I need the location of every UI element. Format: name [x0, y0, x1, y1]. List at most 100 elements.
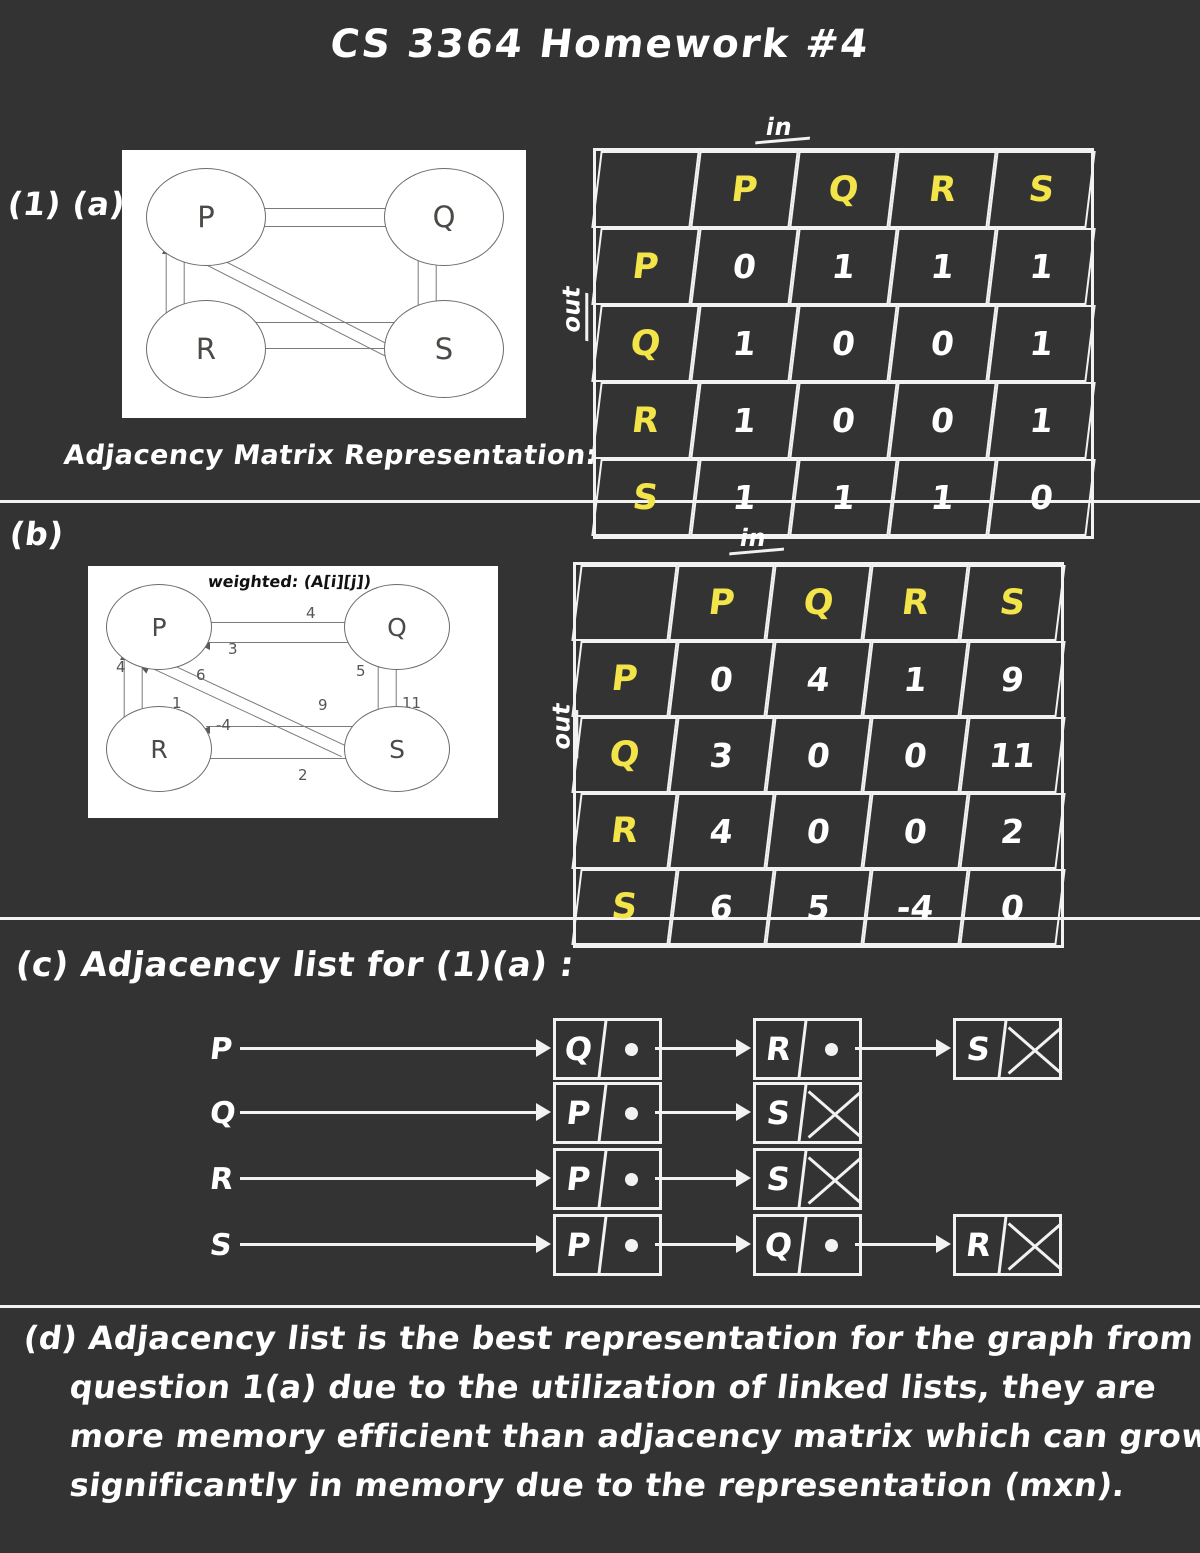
pointer-dot-icon [625, 1238, 638, 1252]
arrow-icon [936, 1235, 951, 1253]
adjlist-node-p-2: R [752, 1018, 862, 1080]
adjacency-matrix-b: P Q R S P 0 4 1 9 Q 3 0 0 11 R 4 0 0 2 S [571, 562, 1066, 948]
weight-qp: 3 [228, 640, 238, 658]
null-pointer-icon [804, 1151, 859, 1207]
matrix-a-col-q: Q [789, 151, 898, 228]
matrix-b-col-r: R [862, 565, 969, 641]
matrix-b-row-header-p: P [571, 641, 678, 717]
section-label-b: (b) [7, 515, 66, 553]
matrix-b-cell-rr: 0 [862, 793, 969, 869]
matrix-b-cell-sr: -4 [862, 869, 969, 945]
matrix-b-cell-qs: 11 [959, 717, 1066, 793]
matrix-b-cell-pr: 1 [862, 641, 969, 717]
adjlist-source-q: Q [207, 1096, 238, 1131]
matrix-a-cell-sr: 1 [888, 459, 997, 536]
adjlist-node-pointer [604, 1085, 659, 1141]
matrix-b-cell-qr: 0 [862, 717, 969, 793]
weight-rp: 4 [116, 658, 126, 676]
matrix-a-col-p: P [690, 151, 799, 228]
adjlist-node-key: S [752, 1151, 808, 1207]
matrix-b-row-r: R 4 0 0 2 [571, 793, 1066, 869]
graph-figure-b: weighted: (A[i][j]) 4 3 4 6 1 5 9 11 -4 … [88, 566, 498, 818]
matrix-a-cell-rs: 1 [987, 382, 1096, 459]
section-label-1a: (1) (a) [5, 185, 128, 223]
matrix-b-cell-qq: 0 [765, 717, 872, 793]
weighted-note: weighted: (A[i][j]) [206, 572, 373, 591]
pointer-dot-icon [825, 1042, 838, 1056]
arrow-icon [736, 1039, 751, 1057]
graph-b-node-s: S [344, 706, 450, 792]
arrow-icon [536, 1235, 551, 1253]
matrix-a-cell-rp: 1 [690, 382, 799, 459]
matrix-b-cell-qp: 3 [668, 717, 775, 793]
matrix-b-col-p: P [668, 565, 775, 641]
matrix-b-cell-sp: 6 [668, 869, 775, 945]
adjlist-node-key: R [952, 1217, 1008, 1273]
matrix-a-corner [591, 151, 700, 228]
arrow-icon [936, 1039, 951, 1057]
matrix-a-cell-sq: 1 [789, 459, 898, 536]
matrix-b-cell-pp: 0 [668, 641, 775, 717]
pointer-dot-icon [625, 1042, 638, 1056]
adjlist-node-key: R [752, 1021, 808, 1077]
page-title: CS 3364 Homework #4 [327, 22, 873, 67]
adjlist-node-s-3: R [952, 1214, 1062, 1276]
adjlist-node-q-1: P [552, 1082, 662, 1144]
part-d-line-3: more memory efficient than adjacency mat… [67, 1417, 1200, 1455]
adjlist-node-pointer [604, 1021, 659, 1077]
arrow-icon [536, 1169, 551, 1187]
matrix-a-row-header-s: S [591, 459, 700, 536]
weight-sr: -4 [216, 716, 231, 734]
pointer-dot-icon [825, 1238, 838, 1252]
matrix-a-row-header-p: P [591, 228, 700, 305]
adjacency-list-row-q: Q P S [0, 1082, 1200, 1144]
null-pointer-icon [804, 1085, 859, 1141]
adjlist-source-r: R [207, 1162, 236, 1197]
matrix-a-header-row: P Q R S [591, 151, 1096, 228]
adjlist-node-pointer [804, 1021, 859, 1077]
matrix-a-cell-rq: 0 [789, 382, 898, 459]
matrix-b-cell-rp: 4 [668, 793, 775, 869]
matrix-b-col-s: S [959, 565, 1066, 641]
matrix-b-row-header-s: S [571, 869, 678, 945]
adjlist-node-pointer [604, 1151, 659, 1207]
section-label-c: (c) Adjacency list for (1)(a) : [13, 945, 577, 985]
matrix-a-row-p: P 0 1 1 1 [591, 228, 1096, 305]
graph-b-node-q: Q [344, 584, 450, 670]
weight-pq: 4 [306, 604, 316, 622]
matrix-a-cell-qs: 1 [987, 305, 1096, 382]
part-d-answer: (d) Adjacency list is the best represent… [22, 1319, 1200, 1518]
matrix-b-row-p: P 0 4 1 9 [571, 641, 1066, 717]
adjlist-source-s: S [207, 1228, 234, 1263]
adjlist-node-p-1: Q [552, 1018, 662, 1080]
matrix-a-row-header-q: Q [591, 305, 700, 382]
graph-a-node-r: R [146, 300, 266, 398]
matrix-b-cell-ps: 9 [959, 641, 1066, 717]
matrix-a-cell-rr: 0 [888, 382, 997, 459]
matrix-b-corner [571, 565, 678, 641]
adjlist-node-key: P [552, 1085, 608, 1141]
matrix-b-row-q: Q 3 0 0 11 [571, 717, 1066, 793]
matrix-b-axis-out: out [547, 700, 576, 752]
matrix-b-cell-pq: 4 [765, 641, 872, 717]
graph-a-node-p: P [146, 168, 266, 266]
adjlist-node-key: Q [552, 1021, 608, 1077]
adjlist-node-key: P [552, 1217, 608, 1273]
matrix-a-cell-ss: 0 [987, 459, 1096, 536]
graph-a-node-q: Q [384, 168, 504, 266]
weight-sq: 5 [356, 662, 366, 680]
section-divider-3 [0, 1305, 1200, 1308]
adjacency-list-row-p: P Q R S [0, 1018, 1200, 1080]
matrix-a-cell-qq: 0 [789, 305, 898, 382]
matrix-b-row-header-r: R [571, 793, 678, 869]
adjlist-node-key: P [552, 1151, 608, 1207]
matrix-b-axis-in: in [737, 524, 769, 552]
adjacency-matrix-caption: Adjacency Matrix Representation: [62, 440, 600, 471]
adjlist-node-key: S [752, 1085, 808, 1141]
arrow-icon [736, 1169, 751, 1187]
matrix-b-header-row: P Q R S [571, 565, 1066, 641]
arrow-icon [536, 1103, 551, 1121]
matrix-a-cell-qr: 0 [888, 305, 997, 382]
adjlist-node-key: S [952, 1021, 1008, 1077]
matrix-a-col-r: R [888, 151, 997, 228]
